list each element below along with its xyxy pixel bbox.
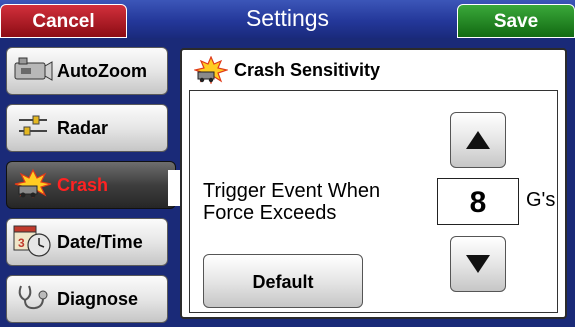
- calendar-clock-icon: 3: [13, 223, 53, 262]
- save-button[interactable]: Save: [457, 4, 575, 38]
- panel-header: Crash Sensitivity: [182, 50, 565, 90]
- trigger-label-line1: Trigger Event When: [203, 180, 381, 202]
- sidebar-item-autozoom[interactable]: AutoZoom: [6, 47, 168, 95]
- arrow-down-icon: [466, 255, 490, 273]
- decrease-button[interactable]: [450, 236, 506, 292]
- sidebar-item-label: Radar: [57, 117, 109, 138]
- crash-icon: [13, 168, 53, 203]
- camera-icon: [13, 54, 53, 89]
- sidebar-item-radar[interactable]: Radar: [6, 104, 168, 152]
- arrow-up-icon: [466, 131, 490, 149]
- trigger-label: Trigger Event When Force Exceeds: [203, 180, 433, 224]
- crash-icon: [194, 56, 228, 84]
- sidebar-item-label: Date/Time: [57, 231, 143, 252]
- threshold-value: 8: [437, 178, 519, 225]
- sidebar-item-label: Diagnose: [57, 288, 139, 309]
- default-button[interactable]: Default: [203, 254, 363, 308]
- trigger-label-line2: Force Exceeds: [203, 202, 337, 224]
- sidebar-item-diagnose[interactable]: Diagnose: [6, 275, 168, 323]
- radar-icon: [13, 111, 53, 146]
- panel-title: Crash Sensitivity: [234, 59, 381, 80]
- sidebar-item-crash[interactable]: Crash: [6, 161, 176, 209]
- cancel-button[interactable]: Cancel: [0, 4, 127, 38]
- stethoscope-icon: [13, 282, 53, 317]
- sidebar-item-datetime[interactable]: 3 Date/Time: [6, 218, 168, 266]
- sidebar-item-label: Crash: [57, 174, 109, 195]
- unit-label: G's: [526, 189, 556, 211]
- svg-text:3: 3: [18, 236, 25, 250]
- sidebar-item-label: AutoZoom: [57, 60, 147, 81]
- increase-button[interactable]: [450, 112, 506, 168]
